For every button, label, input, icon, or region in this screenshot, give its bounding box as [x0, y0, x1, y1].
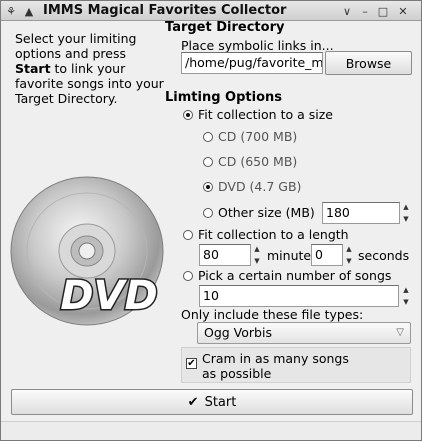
spin-up-icon[interactable]: ▲ — [344, 244, 354, 254]
seconds-input[interactable]: 0 — [311, 244, 343, 266]
seconds-spinner[interactable]: ▲ ▼ — [344, 244, 354, 266]
number-of-songs-radio[interactable]: Pick a certain number of songs — [183, 268, 391, 283]
number-of-songs-spinner[interactable]: ▲ ▼ — [401, 285, 411, 307]
chevron-down-icon: ▽ — [396, 327, 404, 338]
radio-indicator — [183, 229, 193, 240]
shade-icon[interactable]: ∨ — [339, 3, 355, 19]
filetype-select[interactable]: Ogg Vorbis ▽ — [197, 322, 411, 344]
minutes-input[interactable]: 80 — [199, 244, 251, 266]
radio-indicator — [203, 156, 213, 167]
spin-down-icon[interactable]: ▼ — [401, 214, 411, 224]
other-size-spinner[interactable]: ▲ ▼ — [401, 202, 411, 224]
intro-text: Select your limiting options and press S… — [15, 31, 164, 106]
other-size-input[interactable]: 180 — [322, 202, 400, 224]
title-bar: ⚘ ▲ IMMS Magical Favorites Collector ∨ –… — [1, 1, 421, 21]
status-bar — [1, 421, 421, 440]
number-of-songs-input[interactable]: 10 — [199, 285, 399, 307]
size-option-other[interactable]: Other size (MB) — [203, 205, 315, 220]
pin-icon[interactable]: ⚘ — [3, 3, 19, 19]
spin-down-icon[interactable]: ▼ — [401, 297, 411, 307]
radio-indicator — [183, 270, 193, 281]
menu-icon[interactable]: ▲ — [21, 3, 37, 19]
spin-up-icon[interactable]: ▲ — [401, 285, 411, 295]
limiting-options-heading: Limting Options — [165, 90, 282, 105]
target-path-input[interactable]: /home/pug/favorite_m — [181, 52, 323, 74]
maximize-icon[interactable]: □ — [375, 3, 391, 19]
radio-indicator — [203, 131, 213, 142]
minimize-icon[interactable]: – — [357, 3, 373, 19]
minutes-spinner[interactable]: ▲ ▼ — [252, 244, 262, 266]
spin-up-icon[interactable]: ▲ — [252, 244, 262, 254]
radio-indicator — [183, 109, 193, 120]
cram-checkbox[interactable]: ✔ Cram in as many songs as possible — [186, 351, 349, 381]
check-icon: ✔ — [186, 357, 197, 369]
fit-length-radio[interactable]: Fit collection to a length — [183, 227, 349, 242]
app-window: ⚘ ▲ IMMS Magical Favorites Collector ∨ –… — [0, 0, 422, 441]
target-directory-heading: Target Directory — [165, 20, 285, 35]
cram-option-box: ✔ Cram in as many songs as possible — [181, 347, 411, 383]
window-title: IMMS Magical Favorites Collector — [43, 3, 287, 18]
close-icon[interactable]: ✕ — [395, 3, 411, 19]
spin-down-icon[interactable]: ▼ — [252, 256, 262, 266]
target-directory-subtitle: Place symbolic links in... — [181, 38, 334, 53]
radio-indicator — [203, 207, 213, 218]
dvd-logo: DVD — [60, 273, 157, 319]
seconds-label: seconds — [358, 248, 410, 263]
radio-indicator — [203, 181, 213, 192]
size-option-cd700[interactable]: CD (700 MB) — [203, 129, 297, 144]
size-option-dvd[interactable]: DVD (4.7 GB) — [203, 179, 301, 194]
size-option-cd650[interactable]: CD (650 MB) — [203, 154, 297, 169]
spin-down-icon[interactable]: ▼ — [344, 256, 354, 266]
dvd-disc-illustration: DVD — [10, 176, 164, 326]
browse-button[interactable]: Browse — [325, 51, 412, 75]
start-button[interactable]: ✔ Start — [11, 389, 413, 415]
filetypes-label: Only include these file types: — [181, 307, 364, 322]
spin-up-icon[interactable]: ▲ — [401, 202, 411, 212]
checkmark-icon: ✔ — [187, 394, 199, 410]
fit-size-radio[interactable]: Fit collection to a size — [183, 107, 333, 122]
